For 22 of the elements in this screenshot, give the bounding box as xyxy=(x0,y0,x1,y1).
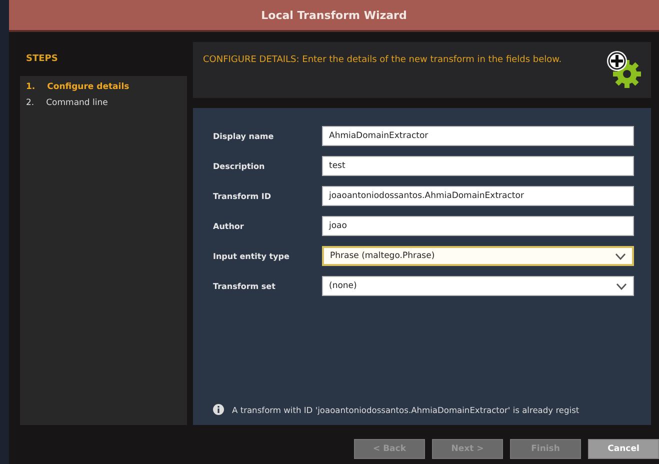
field-label: Transform set xyxy=(213,282,276,290)
field-label: Input entity type xyxy=(213,252,290,260)
field-label: Author xyxy=(213,222,245,230)
step-item[interactable]: 1. Configure details xyxy=(26,82,181,92)
field-label: Display name xyxy=(213,132,275,140)
window-title: Local Transform Wizard xyxy=(9,0,659,32)
field-label: Transform ID xyxy=(213,192,272,200)
dropdown[interactable]: (none) xyxy=(322,276,634,296)
field-label: Description xyxy=(213,162,266,170)
input-field[interactable]: test xyxy=(322,156,634,176)
step-item[interactable]: 2. Command line xyxy=(26,98,181,108)
chevron-down-icon xyxy=(616,282,627,290)
steps-heading: STEPS xyxy=(25,53,59,66)
warning-message: A transform with ID 'joaoantoniodossantos.AhmiaDomainExtractor' is already regist xyxy=(232,404,580,414)
dropdown[interactable]: Phrase (maltego.Phrase) xyxy=(322,246,634,266)
info-icon xyxy=(213,404,224,415)
chevron-down-icon xyxy=(615,252,626,260)
header-text: CONFIGURE DETAILS: Enter the details of the new transform in the fields below. xyxy=(203,54,563,67)
input-field[interactable]: AhmiaDomainExtractor xyxy=(322,126,634,146)
input-field[interactable]: joaoantoniodossantos.AhmiaDomainExtractor xyxy=(322,186,634,206)
gear-add-icon xyxy=(605,50,643,88)
input-field[interactable]: joao xyxy=(322,216,634,236)
